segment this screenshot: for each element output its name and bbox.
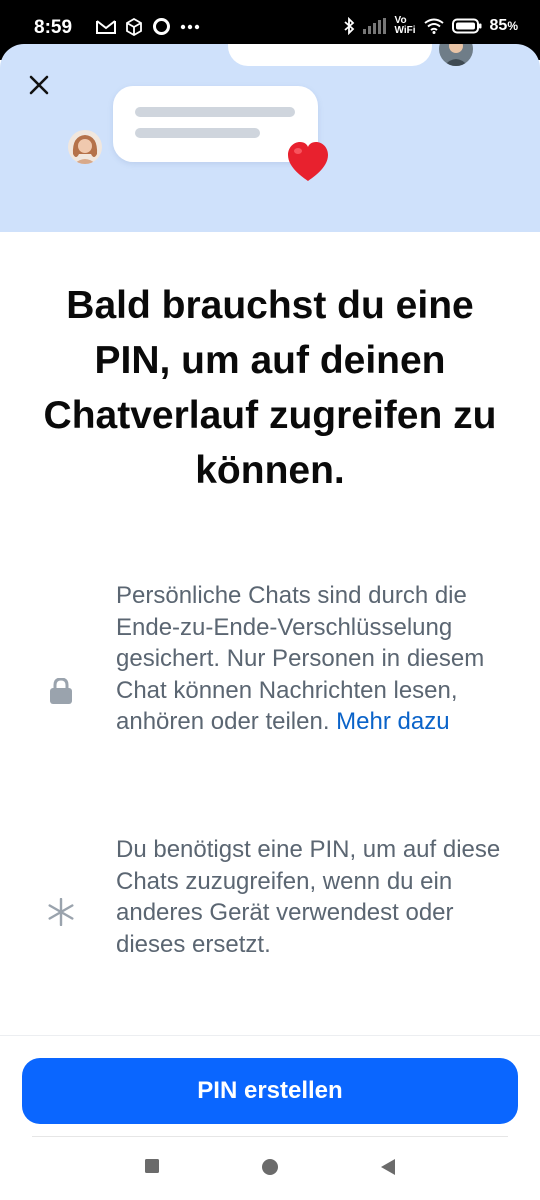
avatar [439, 44, 473, 66]
divider [0, 1035, 540, 1036]
info-encryption: Persönliche Chats sind durch die Ende-zu… [0, 578, 540, 803]
hero-illustration [0, 44, 540, 232]
create-pin-button[interactable]: PIN erstellen [22, 1058, 518, 1124]
back-triangle-icon[interactable] [380, 1158, 396, 1176]
lock-icon [44, 674, 78, 708]
placeholder-line [135, 107, 295, 117]
bluetooth-icon [343, 17, 354, 35]
gmail-icon [96, 20, 116, 34]
divider [32, 1136, 508, 1137]
battery-percent: 85% [490, 17, 518, 35]
placeholder-line [135, 128, 260, 138]
battery-icon [451, 18, 482, 34]
asterisk-icon [44, 895, 78, 929]
chat-bubble-top [228, 44, 432, 66]
signal-icon [362, 18, 386, 34]
info-pin: Du benötigst eine PIN, um auf diese Chat… [0, 832, 540, 992]
recents-square-icon[interactable] [144, 1158, 160, 1174]
battery-percent-suffix: % [507, 19, 518, 33]
system-icons: Vo WiFi 85% [343, 16, 518, 36]
close-icon [29, 75, 49, 95]
vowifi-bottom: WiFi [394, 25, 416, 36]
home-circle-icon[interactable] [261, 1158, 279, 1176]
create-pin-label: PIN erstellen [197, 1077, 343, 1104]
system-nav-bar [0, 1140, 540, 1200]
encryption-text: Persönliche Chats sind durch die Ende-zu… [116, 580, 506, 738]
close-button[interactable] [22, 68, 56, 102]
page-title: Bald brauchst du eine PIN, um auf deinen… [43, 284, 497, 492]
avatar [68, 130, 102, 164]
notification-icons [96, 17, 200, 36]
cube-icon [126, 17, 142, 36]
pin-text: Du benötigst eine PIN, um auf diese Chat… [116, 836, 501, 958]
more-dots-icon [180, 24, 200, 29]
circle-icon [153, 18, 170, 35]
heart-icon [288, 142, 328, 181]
vowifi-icon: Vo WiFi [395, 16, 416, 36]
learn-more-link[interactable]: Mehr dazu [336, 708, 449, 735]
wifi-icon [423, 18, 444, 34]
battery-percent-value: 85 [489, 17, 508, 34]
status-time: 8:59 [34, 17, 73, 38]
